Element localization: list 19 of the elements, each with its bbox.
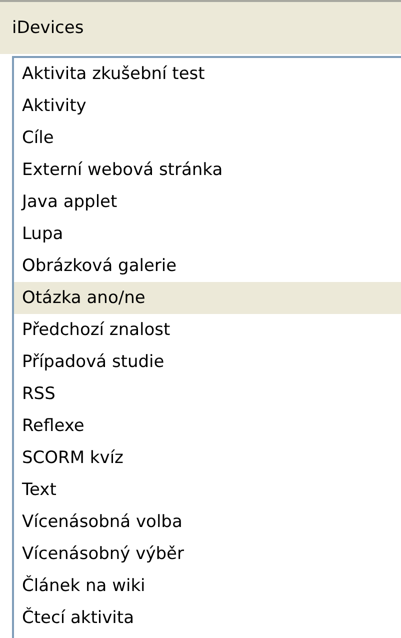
list-item[interactable]: Čtecí aktivita [14, 602, 401, 634]
list-item[interactable]: Obrázková galerie [14, 250, 401, 282]
list-item[interactable]: Java applet [14, 186, 401, 218]
list-item[interactable]: Vícenásobná volba [14, 506, 401, 538]
list-item[interactable]: Článek na wiki [14, 570, 401, 602]
list-item[interactable]: Cíle [14, 122, 401, 154]
panel-title: iDevices [12, 18, 84, 38]
list-item[interactable]: RSS [14, 378, 401, 410]
list-item[interactable]: Lupa [14, 218, 401, 250]
list-item[interactable]: Externí webová stránka [14, 154, 401, 186]
list-item[interactable]: Aktivity [14, 90, 401, 122]
list-item[interactable]: Otázka ano/ne [14, 282, 401, 314]
list-item[interactable]: Aktivita zkušební test [14, 58, 401, 90]
list-item[interactable]: Reflexe [14, 410, 401, 442]
list-item[interactable]: Případová studie [14, 346, 401, 378]
list-item[interactable]: Text [14, 474, 401, 506]
list-item[interactable]: SCORM kvíz [14, 442, 401, 474]
list-item[interactable]: Vícenásobný výběr [14, 538, 401, 570]
list-item[interactable]: Předchozí znalost [14, 314, 401, 346]
